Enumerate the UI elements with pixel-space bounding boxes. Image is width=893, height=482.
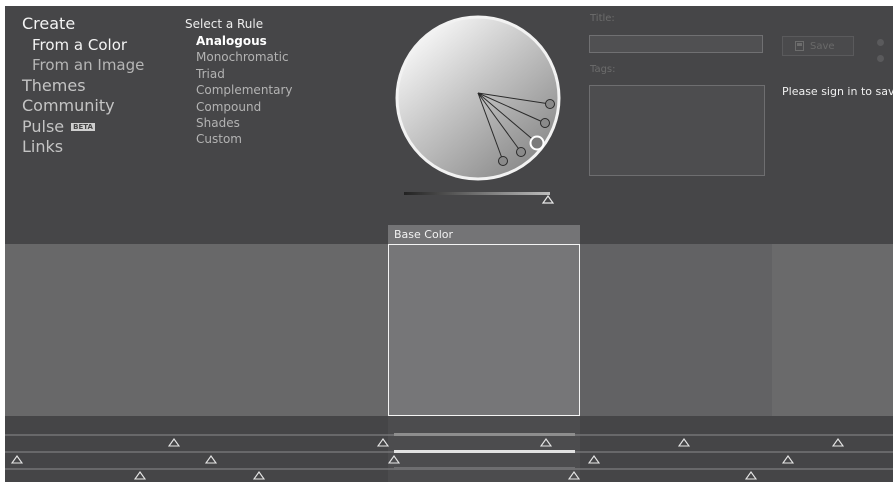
wheel-handle-5[interactable] xyxy=(498,156,508,166)
base-color-header: Base Color xyxy=(388,225,580,244)
swatch-2[interactable] xyxy=(197,244,388,416)
rule-analogous[interactable]: Analogous xyxy=(185,33,293,49)
rule-triad[interactable]: Triad xyxy=(185,66,293,82)
rule-compound[interactable]: Compound xyxy=(185,99,293,115)
brightness-slider-track[interactable] xyxy=(404,192,550,195)
nav-from-color[interactable]: From a Color xyxy=(22,35,144,56)
slider-thumb-icon xyxy=(376,438,390,447)
beta-badge: BETA xyxy=(71,122,95,131)
nav-community[interactable]: Community xyxy=(22,96,144,117)
rule-selector: Select a Rule Analogous Monochromatic Tr… xyxy=(185,16,293,148)
rule-complementary[interactable]: Complementary xyxy=(185,82,293,98)
main-nav: Create From a Color From an Image Themes… xyxy=(22,14,144,158)
visibility-radio-2[interactable] xyxy=(877,55,884,62)
slider-thumb-icon xyxy=(133,471,147,480)
base-slider-track-1[interactable] xyxy=(394,433,575,436)
nav-themes[interactable]: Themes xyxy=(22,76,144,97)
slider-thumb-icon xyxy=(677,438,691,447)
nav-from-image[interactable]: From an Image xyxy=(22,55,144,76)
rule-shades[interactable]: Shades xyxy=(185,115,293,131)
kuler-app: Create From a Color From an Image Themes… xyxy=(5,6,893,482)
slider-thumb-icon xyxy=(587,455,601,464)
base-color-swatch[interactable] xyxy=(388,244,580,416)
slider-thumb-icon xyxy=(10,455,24,464)
title-input[interactable] xyxy=(589,35,763,53)
slider-thumb-icon xyxy=(252,471,266,480)
rule-custom[interactable]: Custom xyxy=(185,131,293,147)
rule-selector-title: Select a Rule xyxy=(185,17,264,31)
slider-thumb-icon xyxy=(781,455,795,464)
color-wheel[interactable] xyxy=(390,6,590,216)
save-button-label: Save xyxy=(810,40,835,52)
title-label: Title: xyxy=(590,13,615,24)
save-button[interactable]: Save xyxy=(782,36,854,56)
save-icon xyxy=(795,41,804,51)
tags-label: Tags: xyxy=(590,64,616,75)
signin-message: Please sign in to save y xyxy=(782,85,893,98)
nav-links[interactable]: Links xyxy=(22,137,144,158)
slider-thumb-icon xyxy=(831,438,845,447)
tags-input[interactable] xyxy=(589,85,765,176)
wheel-handle-1[interactable] xyxy=(545,99,555,109)
slider-thumb-icon xyxy=(167,438,181,447)
rule-monochromatic[interactable]: Monochromatic xyxy=(185,49,293,65)
wheel-handle-2[interactable] xyxy=(540,118,550,128)
base-slider-track-3[interactable] xyxy=(394,467,575,470)
nav-pulse-label: Pulse xyxy=(22,116,65,136)
visibility-radio-1[interactable] xyxy=(877,39,884,46)
slider-thumb-icon xyxy=(744,471,758,480)
base-slider-column xyxy=(388,416,580,482)
swatch-5[interactable] xyxy=(772,244,893,416)
nav-pulse[interactable]: Pulse BETA xyxy=(22,117,144,138)
wheel-base-handle[interactable] xyxy=(529,135,545,151)
brightness-slider-thumb[interactable] xyxy=(541,194,555,204)
slider-thumb-icon xyxy=(204,455,218,464)
swatch-1[interactable] xyxy=(5,244,197,416)
color-wheel-disc[interactable] xyxy=(395,15,561,181)
swatch-4[interactable] xyxy=(580,244,772,416)
base-slider-track-2[interactable] xyxy=(394,450,575,453)
wheel-handle-4[interactable] xyxy=(516,147,526,157)
nav-create[interactable]: Create xyxy=(22,14,144,35)
color-sliders[interactable] xyxy=(5,416,893,482)
